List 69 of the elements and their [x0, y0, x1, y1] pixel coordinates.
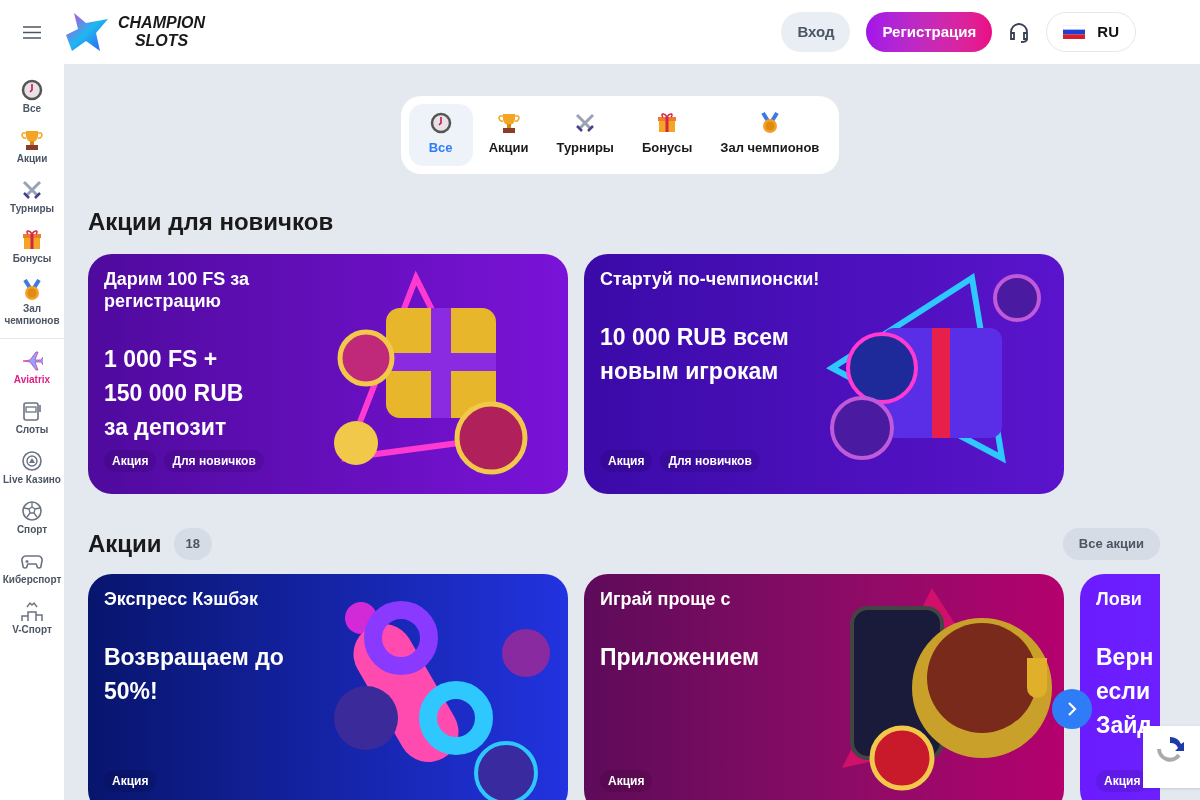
star-logo-icon — [64, 11, 110, 53]
card-title: Стартуй по-чемпионски! — [600, 267, 821, 290]
clock-icon — [21, 79, 43, 101]
medal-icon — [21, 279, 43, 301]
card-headline: 1 000 FS + — [104, 344, 219, 374]
card-headline: 50%! — [104, 676, 159, 706]
promo-card[interactable]: Дарим 100 FS за регистрацию 1 000 FS + 150 000 RUB за депозит Акция Для новичков — [88, 253, 568, 494]
slot-machine-icon — [21, 400, 43, 422]
promo-card[interactable]: Играй проще с Приложением Акция — [584, 573, 1064, 800]
menu-icon — [23, 25, 41, 39]
section-title: Акции — [88, 528, 162, 559]
card-tag: Акция — [600, 449, 653, 472]
category-tab[interactable]: Бонусы — [629, 104, 705, 166]
logo-text: CHAMPION — [118, 14, 206, 32]
clock-icon — [429, 112, 452, 134]
section-title: Акции для новичков — [88, 206, 335, 237]
sidebar-item[interactable]: Спорт — [0, 493, 64, 543]
card-title: Дарим 100 FS за регистрацию — [104, 267, 250, 312]
sidebar-item[interactable]: Live Казино — [0, 443, 64, 493]
sidebar-item[interactable]: Бонусы — [0, 222, 64, 272]
support-headset-icon[interactable] — [1008, 21, 1031, 43]
all-promotions-button[interactable]: Все акции — [1062, 527, 1160, 560]
trophy-icon — [21, 129, 43, 151]
airplane-icon — [21, 350, 43, 372]
card-headline: Возвращаем до — [104, 642, 285, 672]
gift-icon — [21, 229, 43, 251]
card-title: Лови — [1096, 587, 1143, 610]
sidebar-item[interactable]: Aviatrix — [0, 343, 64, 393]
trophy-icon — [497, 112, 520, 134]
soccer-ball-icon — [21, 500, 43, 522]
card-tag: Акция — [104, 769, 157, 792]
card-tag: Акция — [600, 769, 653, 792]
promo-card[interactable]: Экспресс Кэшбэк Возвращаем до 50%! Акция — [88, 573, 568, 800]
card-headline: 150 000 RUB — [104, 378, 245, 408]
sidebar-item[interactable]: Акции — [0, 122, 64, 172]
podium-icon — [21, 600, 43, 622]
crossed-swords-icon — [21, 179, 43, 201]
category-tab[interactable]: Все — [408, 104, 473, 166]
card-headline: 10 000 RUB всем — [600, 322, 790, 352]
russia-flag-icon — [1063, 25, 1086, 39]
card-headline: Приложением — [600, 642, 761, 672]
sidebar-item[interactable]: V-Спорт — [0, 593, 64, 643]
sidebar-item[interactable]: Киберспорт — [0, 543, 64, 593]
sidebar-item[interactable]: Слоты — [0, 393, 64, 443]
roulette-icon — [21, 450, 43, 472]
card-title: Играй проще с — [600, 587, 732, 610]
category-tab[interactable]: Акции — [476, 104, 541, 166]
chevron-right-icon — [1067, 701, 1077, 716]
register-button[interactable]: Регистрация — [866, 12, 993, 52]
gift-icon — [656, 112, 679, 134]
card-tag: Акция — [104, 449, 157, 472]
sidebar-item[interactable]: Зал чемпионов — [0, 272, 64, 334]
category-tab[interactable]: Зал чемпионов — [708, 104, 832, 166]
sidebar-item[interactable]: Турниры — [0, 172, 64, 222]
recaptcha-icon — [1155, 734, 1185, 764]
promo-card[interactable]: Стартуй по-чемпионски! 10 000 RUB всем новым игрокам Акция Для новичков — [584, 253, 1064, 494]
card-headline: если — [1096, 676, 1152, 706]
count-badge: 18 — [173, 527, 213, 560]
sidebar-item[interactable]: Все — [0, 72, 64, 122]
card-headline: новым игрокам — [600, 356, 780, 386]
logo-text: SLOTS — [134, 32, 189, 50]
crossed-swords-icon — [574, 112, 597, 134]
card-tag: Для новичков — [164, 449, 264, 472]
category-tab[interactable]: Турниры — [544, 104, 626, 166]
card-tag: Для новичков — [660, 449, 760, 472]
card-headline: за депозит — [104, 412, 228, 442]
card-title: Экспресс Кэшбэк — [104, 587, 259, 610]
login-button[interactable]: Вход — [781, 12, 851, 52]
card-headline: Верн — [1096, 642, 1155, 672]
